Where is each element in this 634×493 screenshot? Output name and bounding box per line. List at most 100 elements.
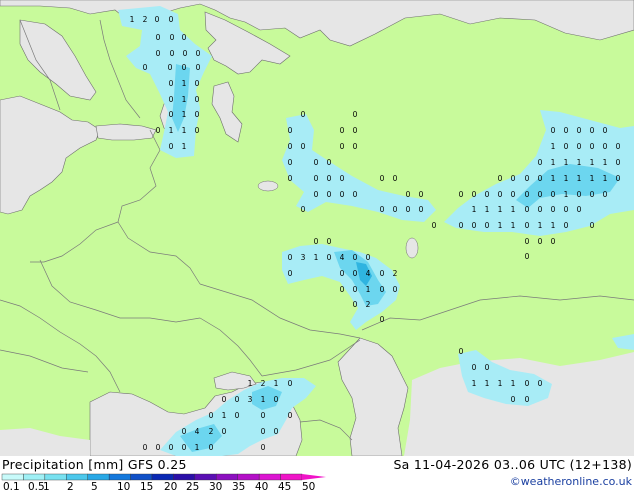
- precip-value-label: 0: [182, 427, 187, 436]
- precip-value-label: 0: [485, 363, 490, 372]
- precip-value-label: 1: [169, 126, 174, 135]
- precip-value-label: 0: [603, 126, 608, 135]
- legend-color-swatch: [258, 473, 281, 481]
- precip-value-label: 0: [551, 190, 556, 199]
- precip-value-label: 0: [419, 190, 424, 199]
- precip-value-label: 1: [498, 205, 503, 214]
- legend-color-swatch: [216, 473, 238, 481]
- precip-value-label: 0: [143, 63, 148, 72]
- precip-value-label: 0: [603, 190, 608, 199]
- product-title: Precipitation [mm] GFS 0.25: [2, 457, 187, 472]
- precip-value-label: 0: [169, 443, 174, 452]
- precip-value-label: 0: [485, 221, 490, 230]
- precip-value-label: 1: [366, 285, 371, 294]
- precip-value-label: 0: [274, 395, 279, 404]
- legend-tick-label: 5: [91, 481, 98, 493]
- precip-value-label: 1: [485, 205, 490, 214]
- precip-value-label: 1: [472, 379, 477, 388]
- precip-value-label: 1: [511, 205, 516, 214]
- precip-value-label: 2: [143, 15, 148, 24]
- precip-value-label: 0: [525, 205, 530, 214]
- precip-value-label: 0: [314, 174, 319, 183]
- precip-value-label: 0: [353, 190, 358, 199]
- legend-tick-label: 25: [186, 481, 200, 493]
- legend-tick-label: 10: [117, 481, 131, 493]
- precip-value-label: 0: [538, 190, 543, 199]
- precip-value-label: 0: [485, 190, 490, 199]
- legend-tick-label: 40: [255, 481, 269, 493]
- precip-value-label: 0: [196, 63, 201, 72]
- precip-value-label: 1: [130, 15, 135, 24]
- legend-color-swatch: [173, 473, 196, 481]
- legend-tick-label: 20: [164, 481, 178, 493]
- precip-value-label: 0: [511, 174, 516, 183]
- precip-value-label: 0: [182, 63, 187, 72]
- precip-value-label: 0: [353, 253, 358, 262]
- precip-value-label: 1: [603, 158, 608, 167]
- precip-value-label: 0: [459, 190, 464, 199]
- precip-value-label: 0: [288, 379, 293, 388]
- precip-value-label: 0: [538, 237, 543, 246]
- precip-value-label: 2: [366, 300, 371, 309]
- precip-value-label: 0: [168, 63, 173, 72]
- precip-value-label: 0: [182, 443, 187, 452]
- precip-value-label: 0: [525, 190, 530, 199]
- precip-value-label: 1: [577, 174, 582, 183]
- legend-tick-label: 15: [140, 481, 154, 493]
- precip-value-label: 0: [577, 205, 582, 214]
- precip-value-label: 1: [551, 174, 556, 183]
- precip-value-label: 0: [314, 190, 319, 199]
- precip-value-label: 0: [209, 411, 214, 420]
- precip-value-label: 0: [393, 174, 398, 183]
- precip-value-label: 0: [353, 269, 358, 278]
- precip-value-label: 0: [327, 158, 332, 167]
- precip-value-label: 0: [195, 110, 200, 119]
- precip-value-label: 1: [551, 142, 556, 151]
- precip-value-label: 0: [353, 300, 358, 309]
- copyright-link[interactable]: ©weatheronline.co.uk: [510, 475, 632, 488]
- precip-value-label: 1: [182, 142, 187, 151]
- precip-value-label: 0: [603, 142, 608, 151]
- precip-value-label: 0: [498, 190, 503, 199]
- precip-value-label: 0: [380, 174, 385, 183]
- precip-value-label: 0: [235, 395, 240, 404]
- legend-tick-label: 1: [43, 481, 50, 493]
- precip-value-label: 0: [182, 33, 187, 42]
- legend-color-swatch: [280, 473, 303, 481]
- precip-value-label: 0: [551, 126, 556, 135]
- precip-value-label: 0: [616, 142, 621, 151]
- precip-value-label: 1: [577, 158, 582, 167]
- legend-tick-label: 30: [209, 481, 223, 493]
- precip-value-label: 0: [380, 205, 385, 214]
- precip-value-label: 1: [551, 221, 556, 230]
- precip-value-label: 0: [327, 237, 332, 246]
- precip-value-label: 1: [538, 221, 543, 230]
- precip-value-label: 0: [314, 237, 319, 246]
- precip-value-label: 0: [459, 347, 464, 356]
- precip-value-label: 1: [261, 395, 266, 404]
- legend-color-swatch: [44, 473, 67, 481]
- precip-value-label: 0: [393, 285, 398, 294]
- precip-value-label: 0: [261, 443, 266, 452]
- precip-value-label: 0: [288, 174, 293, 183]
- precip-value-label: 0: [169, 142, 174, 151]
- precip-value-label: 0: [340, 174, 345, 183]
- precip-value-label: 2: [209, 427, 214, 436]
- precipitation-map: 1 2 0 00 0 00 0 0 00 0 0 00 1 00 1 00 1 00 1 1 00 10 00 0 00 0 0 00…: [0, 0, 634, 456]
- precip-value-label: 1: [498, 221, 503, 230]
- precip-value-label: 0: [235, 411, 240, 420]
- precip-value-label: 0: [577, 126, 582, 135]
- precip-value-label: 0: [261, 411, 266, 420]
- precip-value-label: 0: [616, 174, 621, 183]
- precip-value-label: 0: [538, 205, 543, 214]
- precip-value-label: 0: [472, 221, 477, 230]
- precip-value-label: 1: [195, 443, 200, 452]
- precip-value-label: 0: [564, 221, 569, 230]
- precip-value-label: 0: [525, 174, 530, 183]
- precip-value-label: 0: [590, 221, 595, 230]
- precip-value-label: 1: [182, 126, 187, 135]
- precip-value-label: 0: [288, 411, 293, 420]
- legend-tick-label: 50: [302, 481, 316, 493]
- valid-datetime: Sa 11-04-2026 03..06 UTC (12+138): [393, 457, 632, 472]
- precip-value-label: 1: [182, 110, 187, 119]
